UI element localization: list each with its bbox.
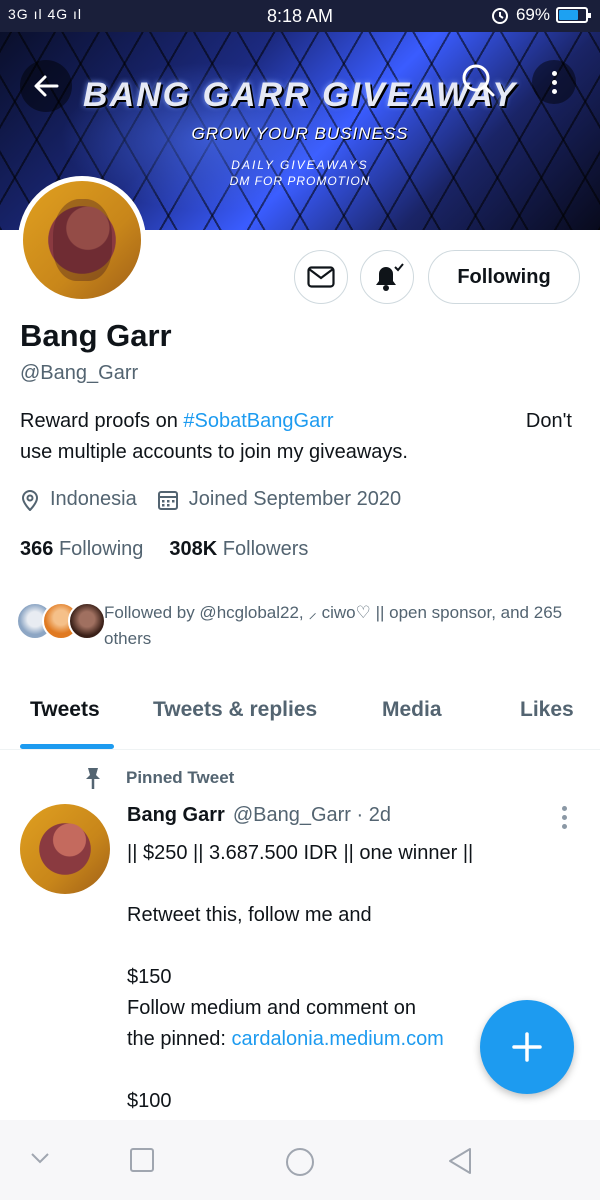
recents-square-icon[interactable]: [128, 1146, 156, 1174]
bio-text: Reward proofs on: [20, 410, 184, 432]
home-circle-icon[interactable]: [284, 1146, 316, 1178]
more-options-button[interactable]: [532, 60, 576, 104]
tweet-line: Retweet this, follow me and: [127, 904, 372, 926]
followers-count: 308K: [169, 538, 218, 560]
status-bar: 3G ıl 4G ıl 8:18 AM 69%: [0, 0, 600, 32]
tweet-text-segment: the pinned:: [127, 1028, 232, 1050]
location-text: Indonesia: [50, 488, 137, 510]
tweet-line: || $250 || 3.687.500 IDR || one winner |…: [127, 842, 474, 864]
profile-tabs: Tweets Tweets & replies Media Likes: [0, 680, 600, 750]
search-button[interactable]: [458, 60, 498, 100]
profile-name: Bang Garr: [20, 318, 172, 353]
back-triangle-icon[interactable]: [446, 1146, 474, 1176]
followers-stat[interactable]: 308K Followers: [169, 538, 308, 561]
back-button[interactable]: [20, 60, 72, 112]
tab-media[interactable]: Media: [382, 698, 442, 722]
followed-by-text[interactable]: Followed by @hcglobal22, ⸝͏ ciwo♡ || ope…: [104, 600, 584, 652]
tab-tweets-replies[interactable]: Tweets & replies: [153, 698, 317, 722]
follow-stats: 366 Following 308K Followers: [20, 538, 308, 561]
profile-avatar[interactable]: [18, 176, 146, 304]
followed-by-avatars[interactable]: [16, 602, 106, 640]
followers-label: Followers: [222, 538, 309, 560]
search-icon: [462, 64, 495, 97]
active-tab-indicator: [20, 744, 114, 749]
location-icon: [21, 489, 39, 511]
profile-handle: @Bang_Garr: [20, 362, 139, 384]
banner-line-1: DAILY GIVEAWAYS: [231, 158, 369, 172]
status-icons: 69%: [490, 5, 591, 25]
alarm-icon: [491, 8, 508, 24]
battery-icon: [556, 7, 591, 23]
tweet-author-avatar[interactable]: [20, 804, 110, 894]
tab-likes[interactable]: Likes: [520, 698, 574, 722]
bio-text-right: Don't: [525, 410, 572, 432]
pin-icon: [86, 768, 100, 789]
battery-percent: 69%: [515, 5, 550, 24]
chevron-down-icon[interactable]: [28, 1146, 52, 1170]
bio-hashtag-link[interactable]: #SobatBangGarr: [183, 410, 333, 432]
tweet-header: Bang Garr @Bang_Garr · 2d: [127, 804, 391, 827]
system-nav-bar: [0, 1120, 600, 1200]
plus-icon: [512, 1032, 542, 1062]
mail-icon: [307, 266, 335, 288]
pinned-label: Pinned Tweet: [82, 766, 234, 790]
profile-bio: Reward proofs on #SobatBangGarr Don't us…: [20, 406, 580, 468]
following-button[interactable]: Following: [428, 250, 580, 304]
bell-icon: [376, 263, 404, 291]
following-count: 366: [20, 538, 54, 560]
following-stat[interactable]: 366 Following: [20, 538, 143, 561]
tweet-line: [127, 931, 577, 962]
banner-subtitle: GROW YOUR BUSINESS: [191, 124, 409, 143]
tweet-author-name[interactable]: Bang Garr: [127, 804, 225, 827]
message-button[interactable]: [294, 250, 348, 304]
calendar-icon: [157, 490, 178, 510]
profile-meta: Indonesia Joined September 2020: [20, 488, 411, 511]
tweet-line: $150: [127, 966, 172, 988]
tweet-line: [127, 869, 577, 900]
compose-tweet-button[interactable]: [480, 1000, 574, 1094]
tweet-handle-time: @Bang_Garr · 2d: [232, 804, 391, 826]
tweet-more-button[interactable]: [562, 806, 567, 829]
tab-tweets[interactable]: Tweets: [30, 698, 100, 722]
banner-title: BANG GARR GIVEAWAY: [83, 76, 517, 114]
joined-date: Joined September 2020: [188, 488, 402, 510]
mini-avatar: [68, 602, 106, 640]
pinned-text: Pinned Tweet: [126, 768, 235, 787]
following-label: Following: [58, 538, 144, 560]
back-arrow-icon: [34, 75, 59, 97]
tweet-link[interactable]: cardalonia.medium.com: [232, 1028, 444, 1050]
bio-line-2: use multiple accounts to join my giveawa…: [20, 441, 408, 463]
notifications-button[interactable]: [360, 250, 414, 304]
